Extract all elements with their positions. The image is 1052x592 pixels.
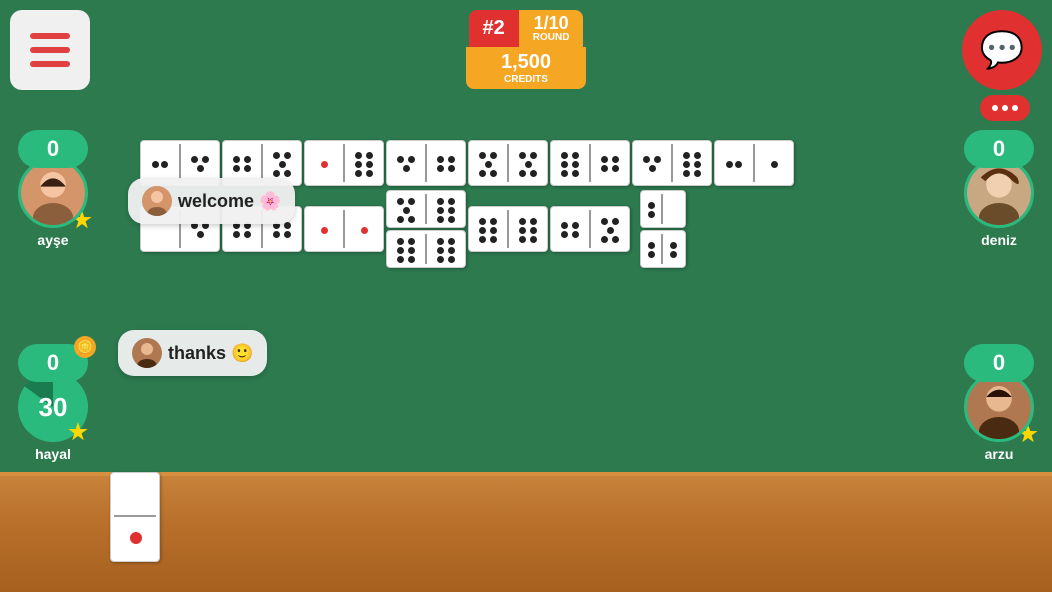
deniz-score: 0 [964,130,1034,168]
domino-tile[interactable] [550,206,630,252]
arzu-name: arzu [985,446,1014,462]
menu-line-1 [30,33,70,39]
ayse-name: ayşe [37,232,68,248]
round-label: ROUND [533,32,570,43]
domino-tile[interactable] [304,140,384,186]
dot-3 [1012,105,1018,111]
chat-icon: 💬 [980,29,1025,71]
domino-tile[interactable] [640,190,686,228]
more-options-button[interactable] [980,95,1030,121]
menu-line-3 [30,61,70,67]
domino-tile[interactable] [468,140,548,186]
chat-bubble-thanks: thanks 🙂 [118,330,267,376]
bubble-avatar-thanks [132,338,162,368]
domino-tile[interactable] [386,230,466,268]
dot-1 [992,105,998,111]
player-ayse: 0 ayşe [18,130,88,248]
chat-button[interactable]: 💬 [962,10,1042,90]
welcome-text: welcome 🌸 [178,191,281,212]
credits-badge: 1,500 CREDITS [466,47,586,89]
hayal-score: 0 🪙 [18,344,88,382]
domino-tile[interactable] [386,140,466,186]
hayal-name: hayal [35,446,71,462]
credits-value: 1,500 [486,51,566,74]
center-score: #2 1/10 ROUND 1,500 CREDITS [466,10,586,89]
rank-badge: #2 [469,10,519,47]
domino-tile[interactable] [632,140,712,186]
domino-vertical-group [386,190,466,268]
ayse-score: 0 [18,130,88,168]
player-deniz: 0 deniz [964,130,1034,248]
chat-bubble-welcome: welcome 🌸 [128,178,295,224]
domino-tile[interactable] [468,206,548,252]
bubble-avatar-welcome [142,186,172,216]
round-number: 1/10 [534,14,569,32]
domino-tile[interactable] [386,190,466,228]
menu-button[interactable] [10,10,90,90]
dot-2 [1002,105,1008,111]
thanks-text: thanks 🙂 [168,343,253,364]
deniz-avatar [964,158,1034,228]
rank-round-row: #2 1/10 ROUND [469,10,584,47]
coin-icon: 🪙 [74,336,96,358]
round-badge: 1/10 ROUND [519,10,584,47]
menu-line-2 [30,47,70,53]
credits-label: CREDITS [486,74,566,85]
arzu-score: 0 [964,344,1034,382]
player-arzu: 0 arzu [964,344,1034,462]
hand-tile[interactable] [110,472,160,562]
game-board: #2 1/10 ROUND 1,500 CREDITS 💬 0 [0,0,1052,592]
domino-tile[interactable] [550,140,630,186]
top-bar: #2 1/10 ROUND 1,500 CREDITS 💬 [0,0,1052,100]
domino-corner [640,190,686,268]
domino-tile[interactable] [714,140,794,186]
player-hayal: 0 🪙 30 hayal [18,344,88,462]
arzu-avatar [964,372,1034,442]
deniz-name: deniz [981,232,1017,248]
domino-tile[interactable] [304,206,384,252]
ayse-avatar [18,158,88,228]
domino-tile[interactable] [640,230,686,268]
